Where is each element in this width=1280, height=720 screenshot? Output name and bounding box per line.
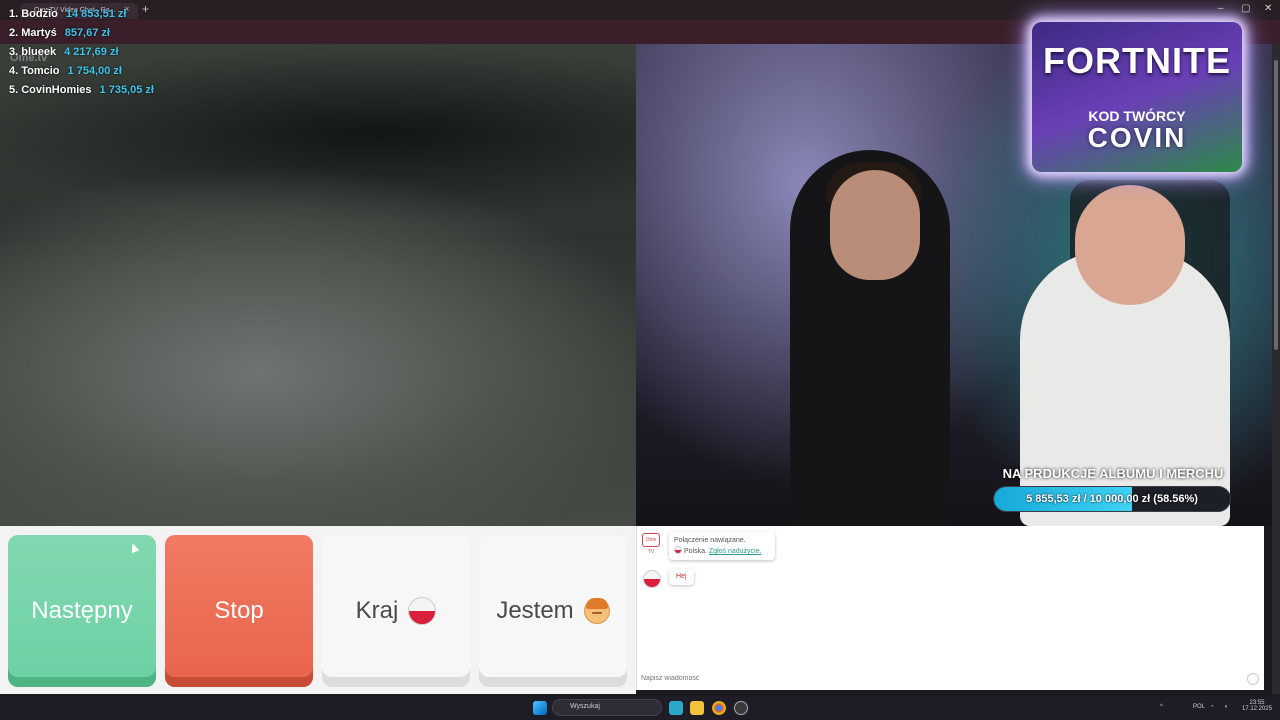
boy-face-icon	[583, 598, 610, 624]
network-icon[interactable]: ◔	[1210, 704, 1214, 710]
chat-panel: Ome TV Połączenie nawiązane. Polska. Zgł…	[636, 526, 1264, 690]
streamer-head-right	[1075, 185, 1185, 305]
leaderboard-row: 5. CovinHomies 1 735,05 zł	[9, 84, 154, 103]
taskbar-search[interactable]	[552, 699, 662, 716]
streamer-head	[830, 170, 920, 280]
donation-goal-title: NA PRDUKCJE ALBUMU I MERCHU	[1002, 466, 1224, 481]
volume-icon[interactable]: ◖	[1224, 704, 1228, 710]
fortnite-creator-code-banner: FORTNITE KOD TWÓRCY COVIN	[1032, 22, 1242, 172]
next-button-label: Następny	[31, 597, 133, 624]
gender-button[interactable]: Jestem	[479, 535, 627, 687]
fortnite-title: FORTNITE	[1043, 40, 1231, 81]
taskbar-search-label: Wyszukaj	[570, 703, 600, 710]
start-icon[interactable]	[533, 701, 547, 715]
tray-chevron-icon[interactable]: ^	[1160, 704, 1163, 710]
country-line: Polska. Zgłoś nadużycie.	[674, 546, 770, 557]
message-input[interactable]	[641, 670, 1245, 686]
donor-amount: 4 217,69 zł	[64, 46, 119, 58]
report-abuse-link[interactable]: Zgłoś nadużycie.	[709, 548, 762, 555]
app-icon[interactable]	[734, 701, 748, 715]
maximize-icon[interactable]: ▢	[1241, 3, 1250, 14]
ometv-system-icon: Ome TV	[642, 533, 660, 555]
poland-flag-icon	[408, 597, 437, 625]
country-name: Polska.	[684, 548, 707, 555]
clock-date: 17.12.2025	[1242, 706, 1273, 712]
leaderboard-row: 2. Martyś 857,67 zł	[9, 27, 154, 46]
window-close-icon[interactable]: ✕	[1264, 3, 1272, 14]
system-message: Połączenie nawiązane. Polska. Zgłoś nadu…	[669, 532, 775, 560]
poland-flag-icon	[643, 570, 661, 588]
donor-amount: 14 853,51 zł	[65, 8, 127, 20]
donation-goal-text: 5 855,53 zł / 10 000,00 zł (58.56%)	[1026, 493, 1198, 505]
donor-name: 5. CovinHomies	[9, 84, 92, 96]
screen: OmeTV Video Chat - Ra... × + – ▢ ✕ Ome.t…	[0, 0, 1280, 720]
donor-amount: 1 754,00 zł	[67, 65, 122, 77]
file-explorer-icon[interactable]	[690, 701, 704, 715]
donor-name: 3. blueek	[9, 46, 57, 58]
donation-goal-bar: 5 855,53 zł / 10 000,00 zł (58.56%)	[993, 486, 1231, 512]
clock[interactable]: 23:55 17.12.2025	[1242, 700, 1272, 712]
chrome-icon[interactable]	[712, 701, 726, 715]
donation-leaderboard: 1. Bodzio 14 853,51 zł 2. Martyś 857,67 zł…	[9, 8, 154, 103]
donor-name: 2. Martyś	[9, 27, 57, 39]
browser-tab-bar	[0, 0, 1280, 20]
leaderboard-row: 4. Tomcio 1 754,00 zł	[9, 65, 154, 84]
poland-flag-icon	[674, 546, 682, 554]
widgets-icon[interactable]	[669, 701, 683, 715]
minimize-icon[interactable]: –	[1218, 3, 1224, 14]
connection-status: Połączenie nawiązane.	[674, 537, 746, 544]
stop-button[interactable]: Stop	[165, 535, 313, 687]
stranger-video	[0, 44, 636, 526]
emoji-icon[interactable]	[1247, 673, 1259, 685]
chat-message: Hej	[669, 569, 694, 585]
leaderboard-row: 3. blueek 4 217,69 zł	[9, 46, 154, 65]
language-indicator[interactable]: POL	[1193, 704, 1205, 710]
country-button-label: Kraj	[355, 597, 399, 624]
leaderboard-row: 1. Bodzio 14 853,51 zł	[9, 8, 154, 27]
donor-name: 4. Tomcio	[9, 65, 60, 77]
donor-amount: 857,67 zł	[64, 27, 110, 39]
control-panel: Następny Stop Kraj Jestem	[0, 526, 636, 694]
scrollbar-thumb[interactable]	[1274, 60, 1278, 350]
next-button[interactable]: Następny	[8, 535, 156, 687]
stop-button-label: Stop	[214, 597, 264, 624]
gender-button-label: Jestem	[496, 597, 574, 624]
donor-name: 1. Bodzio	[9, 8, 58, 20]
creator-code: COVIN	[1087, 122, 1187, 153]
donor-amount: 1 735,05 zł	[99, 84, 154, 96]
country-button[interactable]: Kraj	[322, 535, 470, 687]
